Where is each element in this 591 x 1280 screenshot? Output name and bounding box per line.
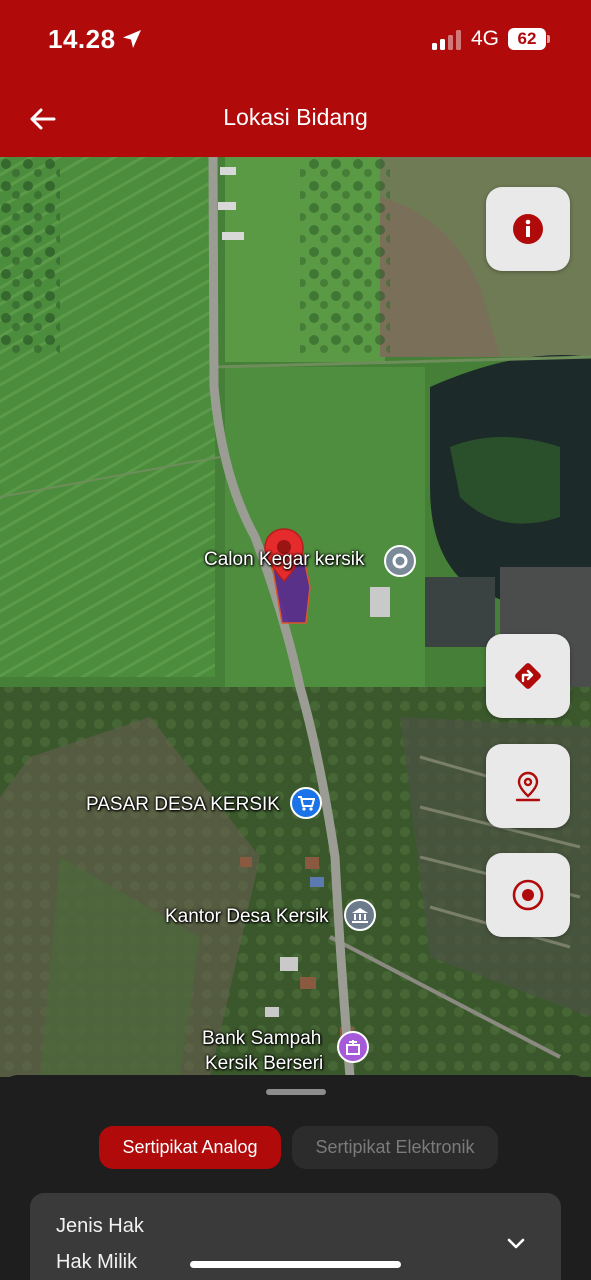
map-label-bank-line1: Bank Sampah (202, 1028, 322, 1049)
building-glyph (352, 908, 368, 923)
location-arrow-icon (123, 30, 141, 48)
home-indicator[interactable] (190, 1261, 401, 1268)
info-button[interactable] (486, 187, 570, 271)
map-label-kantor: Kantor Desa Kersik (165, 906, 329, 927)
map-label-bank-line2: Kersik Berseri (205, 1053, 324, 1074)
satellite-imagery (0, 157, 591, 1077)
map-label-calon: Calon Kegar kersik (204, 549, 365, 570)
battery-tip (547, 35, 550, 43)
directions-button[interactable] (486, 634, 570, 718)
tab-sertipikat-elektronik[interactable]: Sertipikat Elektronik (292, 1126, 498, 1169)
sheet-drag-handle[interactable] (266, 1089, 326, 1095)
jenis-hak-value: Hak Milik (56, 1251, 138, 1273)
location-pin-button[interactable] (486, 744, 570, 828)
poi-place-icon[interactable] (384, 545, 416, 577)
landmark-glyph (346, 1040, 360, 1055)
poi-place-glyph (392, 553, 408, 569)
info-icon (513, 214, 543, 244)
battery-icon: 62 (508, 28, 550, 50)
tab-sertipikat-analog[interactable]: Sertipikat Analog (99, 1126, 281, 1169)
government-building-icon[interactable] (344, 899, 376, 931)
cellular-signal-icon (432, 30, 461, 50)
status-time: 14.28 (48, 24, 116, 54)
directions-icon (515, 663, 541, 689)
network-type: 4G (471, 27, 500, 50)
map-label-pasar: PASAR DESA KERSIK (86, 794, 280, 815)
jenis-hak-label: Jenis Hak (56, 1215, 144, 1237)
battery-level: 62 (508, 28, 546, 50)
location-pin-icon (515, 771, 541, 802)
chevron-down-icon (507, 1238, 525, 1249)
target-icon (512, 879, 544, 911)
landmark-icon[interactable] (337, 1031, 369, 1063)
app-header: 14.28 4G 62 Lokasi Bidang (0, 0, 591, 157)
cart-glyph (298, 796, 315, 811)
page-title: Lokasi Bidang (223, 104, 368, 130)
map-view[interactable]: Calon Kegar kersik PASAR DESA KERSIK Kan… (0, 157, 591, 1077)
status-bar: 14.28 4G 62 (0, 0, 591, 80)
target-button[interactable] (486, 853, 570, 937)
shopping-cart-icon[interactable] (290, 787, 322, 819)
bottom-sheet: Sertipikat Analog Sertipikat Elektronik … (0, 1075, 591, 1280)
